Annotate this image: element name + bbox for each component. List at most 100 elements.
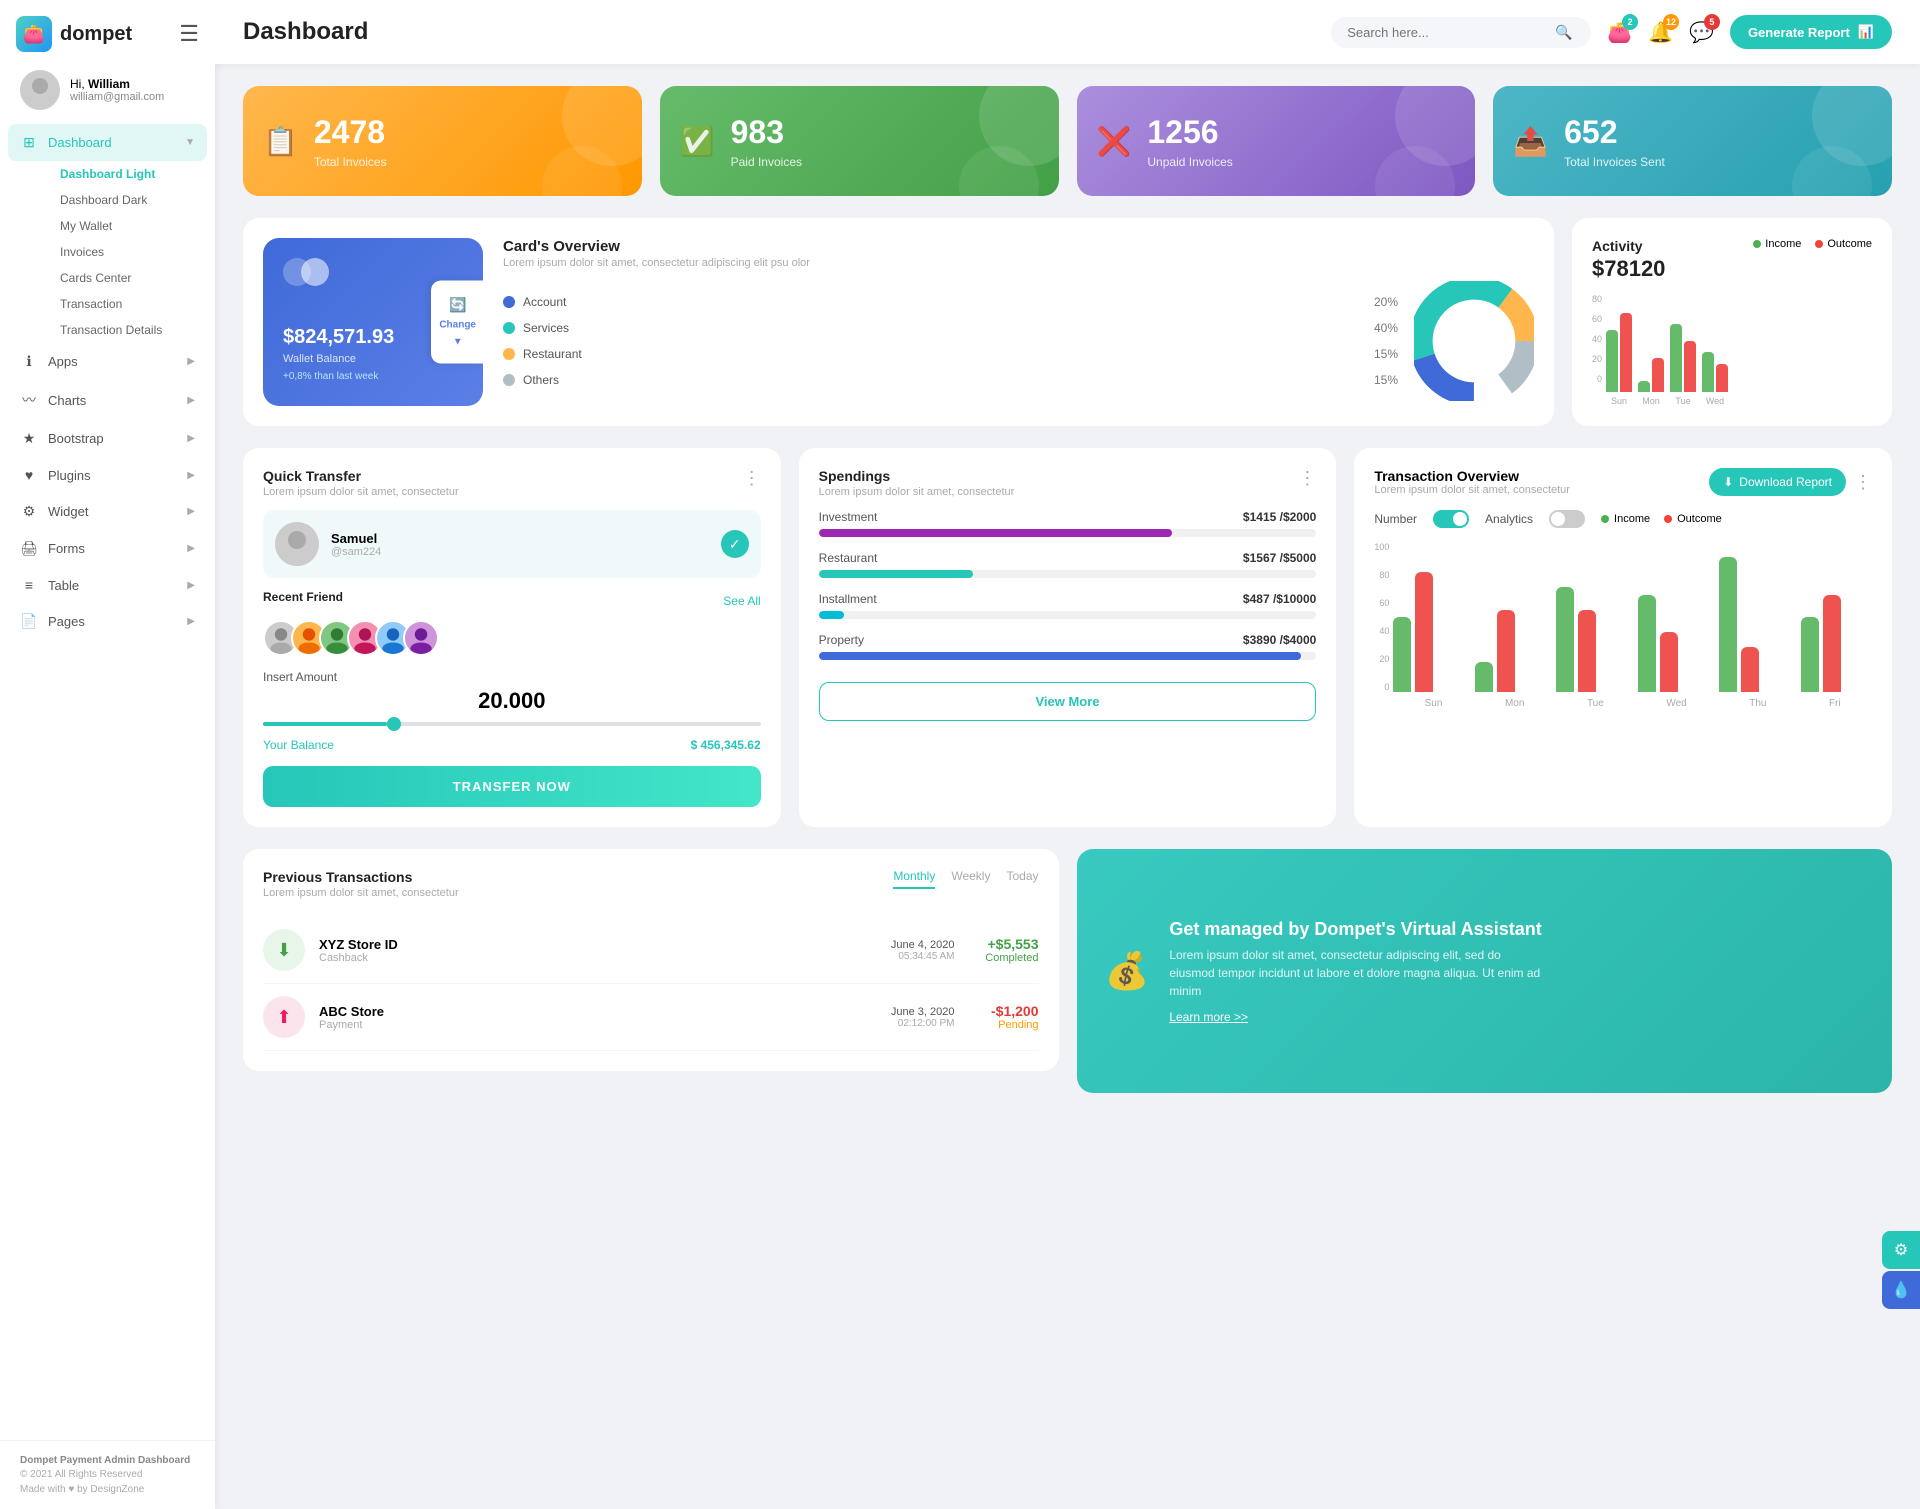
- friend-6[interactable]: [403, 620, 439, 656]
- balance-label: Your Balance: [263, 738, 334, 752]
- sidebar-item-charts[interactable]: 〰 Charts ▶: [0, 380, 215, 420]
- sidebar: 👛 dompet ☰ Hi, William william@gmail.com…: [0, 0, 215, 1509]
- contact-avatar: [275, 522, 319, 566]
- trans-name-1: XYZ Store ID: [319, 937, 398, 952]
- dashboard-chevron-icon: ▼: [185, 137, 195, 148]
- charts-icon: 〰: [20, 390, 38, 410]
- amount-label: Insert Amount: [263, 670, 761, 684]
- tab-today[interactable]: Today: [1006, 869, 1038, 889]
- sub-dashboard-light[interactable]: Dashboard Light: [48, 161, 215, 187]
- sub-transaction-details[interactable]: Transaction Details: [48, 317, 215, 343]
- bar-group-thu: [1719, 557, 1790, 692]
- sub-my-wallet[interactable]: My Wallet: [48, 213, 215, 239]
- check-icon: ✓: [721, 530, 749, 558]
- stat-icon-sent: 📤: [1513, 125, 1548, 158]
- sidebar-item-bootstrap[interactable]: ★ Bootstrap ▶: [0, 420, 215, 457]
- analytics-toggle[interactable]: [1549, 510, 1585, 528]
- stat-label-total: Total Invoices: [314, 155, 387, 169]
- tab-monthly[interactable]: Monthly: [893, 869, 935, 889]
- amount-value: 20.000: [263, 688, 761, 714]
- sidebar-item-apps[interactable]: ℹ Apps ▶: [0, 343, 215, 380]
- sub-invoices[interactable]: Invoices: [48, 239, 215, 265]
- sidebar-item-pages[interactable]: 📄 Pages ▶: [0, 603, 215, 640]
- search-box: 🔍: [1331, 17, 1591, 48]
- change-label: Change: [439, 320, 476, 331]
- legend-services: Services 40%: [503, 315, 1398, 341]
- change-button[interactable]: 🔄 Change ▼: [431, 281, 483, 364]
- pages-chevron-icon: ▶: [187, 616, 195, 627]
- sidebar-dashboard-label: Dashboard: [48, 135, 112, 150]
- transaction-row-2: ⬆ ABC Store Payment June 3, 2020 02:12:0…: [263, 984, 1039, 1051]
- trans-income-label: Income: [1614, 513, 1650, 525]
- activity-legend: Income Outcome: [1753, 238, 1872, 250]
- stat-value-sent: 652: [1564, 114, 1665, 151]
- search-input[interactable]: [1347, 25, 1547, 40]
- sidebar-bootstrap-label: Bootstrap: [48, 431, 104, 446]
- charts-chevron-icon: ▶: [187, 395, 195, 406]
- settings-float-button[interactable]: ⚙: [1882, 1231, 1920, 1269]
- tab-weekly[interactable]: Weekly: [951, 869, 990, 889]
- spendings-menu-icon[interactable]: ⋮: [1298, 468, 1316, 489]
- stat-cards: 📋 2478 Total Invoices ✅ 983 Paid Invoice…: [243, 86, 1892, 196]
- widget-icon: ⚙: [20, 503, 38, 520]
- va-title: Get managed by Dompet's Virtual Assistan…: [1169, 919, 1549, 940]
- quick-transfer-panel: Quick Transfer Lorem ipsum dolor sit ame…: [243, 448, 781, 827]
- va-learn-more-link[interactable]: Learn more >>: [1169, 1010, 1248, 1024]
- stat-value-total: 2478: [314, 114, 387, 151]
- amount-slider[interactable]: [263, 722, 761, 726]
- refresh-icon: 🔄: [449, 297, 466, 314]
- user-email: william@gmail.com: [70, 91, 164, 103]
- sidebar-item-table[interactable]: ≡ Table ▶: [0, 567, 215, 603]
- sidebar-charts-label: Charts: [48, 393, 86, 408]
- sidebar-item-dashboard[interactable]: ⊞ Dashboard ▼: [8, 124, 207, 161]
- user-greeting: Hi,: [70, 77, 85, 91]
- spending-installment: Installment $487 /$10000: [819, 592, 1317, 619]
- bell-badge: 12: [1663, 14, 1679, 30]
- number-toggle[interactable]: [1433, 510, 1469, 528]
- activity-title: Activity: [1592, 238, 1665, 254]
- bar-group-mon: [1475, 610, 1546, 692]
- content-area: 📋 2478 Total Invoices ✅ 983 Paid Invoice…: [215, 64, 1920, 1509]
- sub-cards-center[interactable]: Cards Center: [48, 265, 215, 291]
- bar-wed-outcome: [1716, 364, 1728, 392]
- trans-menu-icon[interactable]: ⋮: [1854, 472, 1872, 493]
- va-icon: 💰: [1105, 950, 1150, 992]
- trans-time-1: 05:34:45 AM: [891, 951, 955, 962]
- generate-report-button[interactable]: Generate Report 📊: [1730, 15, 1892, 49]
- view-more-button[interactable]: View More: [819, 682, 1317, 721]
- stat-card-paid: ✅ 983 Paid Invoices: [660, 86, 1059, 196]
- see-all-link[interactable]: See All: [723, 594, 760, 608]
- sidebar-item-widget[interactable]: ⚙ Widget ▶: [0, 493, 215, 530]
- chevron-down-icon: ▼: [453, 337, 463, 348]
- wallet-badge: 2: [1622, 14, 1638, 30]
- water-float-button[interactable]: 💧: [1882, 1271, 1920, 1309]
- droplet-icon: 💧: [1891, 1280, 1911, 1300]
- income-label: Income: [1765, 238, 1801, 250]
- hamburger-icon[interactable]: ☰: [179, 21, 199, 47]
- float-buttons: ⚙ 💧: [1882, 1231, 1920, 1309]
- legend-account: Account 20%: [503, 289, 1398, 315]
- stat-icon-total: 📋: [263, 125, 298, 158]
- toggle-number-label: Number: [1374, 512, 1417, 526]
- download-report-button[interactable]: ⬇ Download Report: [1709, 468, 1846, 496]
- toggle-row: Number Analytics Income: [1374, 510, 1872, 528]
- sub-transaction[interactable]: Transaction: [48, 291, 215, 317]
- dashboard-submenu: Dashboard Light Dashboard Dark My Wallet…: [0, 161, 215, 343]
- transfer-now-button[interactable]: TRANSFER NOW: [263, 766, 761, 807]
- period-tabs: Monthly Weekly Today: [893, 869, 1038, 889]
- sub-dashboard-dark[interactable]: Dashboard Dark: [48, 187, 215, 213]
- footer-title: Dompet Payment Admin Dashboard: [20, 1455, 195, 1466]
- sidebar-item-forms[interactable]: 🖨 Forms ▶: [0, 530, 215, 567]
- stat-card-total: 📋 2478 Total Invoices: [243, 86, 642, 196]
- sidebar-item-plugins[interactable]: ♥ Plugins ▶: [0, 457, 215, 493]
- bell-icon-badge[interactable]: 🔔 12: [1648, 20, 1673, 45]
- selected-contact: Samuel @sam224 ✓: [263, 510, 761, 578]
- activity-panel: Activity $78120 Income Outcome: [1572, 218, 1892, 426]
- wallet-icon-badge[interactable]: 👛 2: [1607, 20, 1632, 45]
- chat-icon-badge[interactable]: 💬 5: [1689, 20, 1714, 45]
- quick-transfer-menu-icon[interactable]: ⋮: [743, 468, 761, 489]
- trans-bars: [1393, 542, 1872, 692]
- bar-group-tue: [1556, 587, 1627, 692]
- apps-chevron-icon: ▶: [187, 356, 195, 367]
- trans-amount-2: -$1,200: [969, 1003, 1039, 1019]
